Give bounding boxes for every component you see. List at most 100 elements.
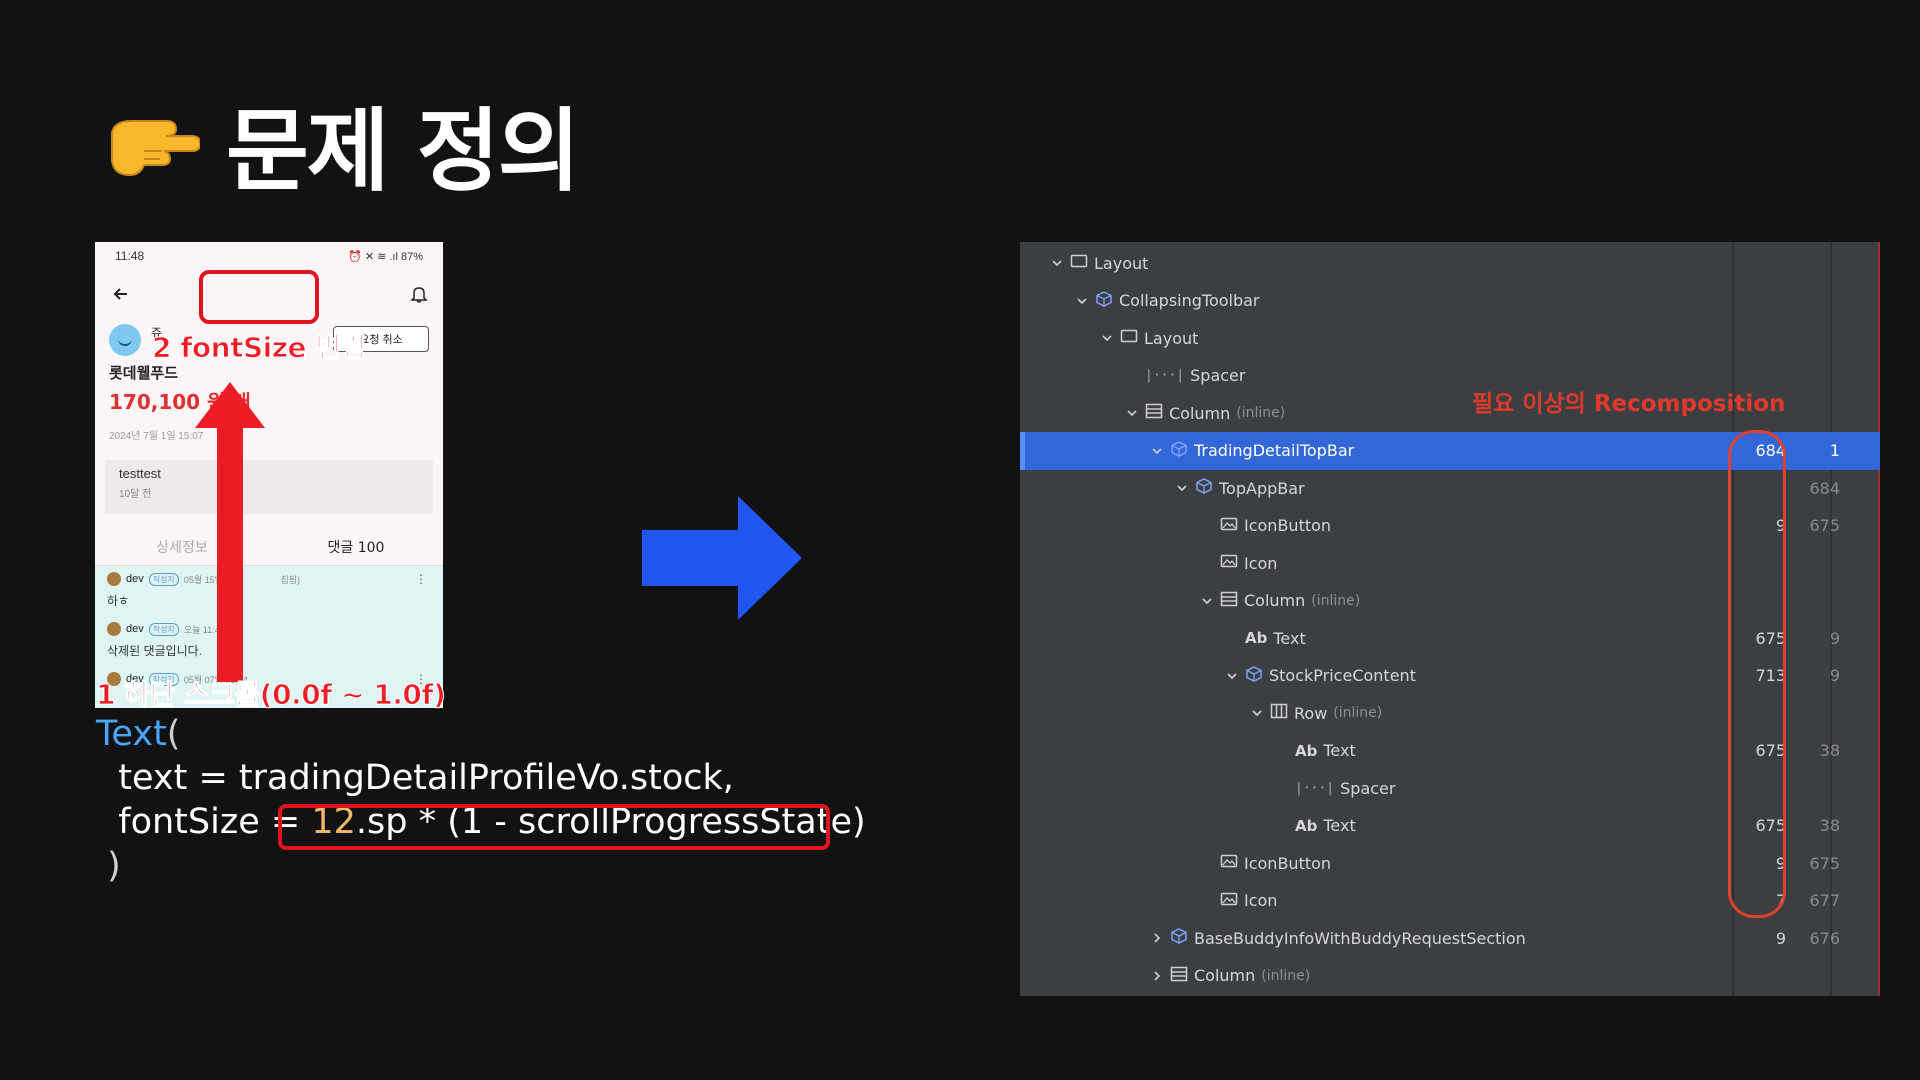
tree-row-label: Column: [1169, 403, 1231, 423]
image-icon: [1220, 891, 1244, 911]
chevron-down-icon[interactable]: [1225, 669, 1239, 683]
slide-title: 문제 정의: [104, 78, 581, 208]
recomposition-count: 9: [1775, 928, 1786, 948]
right-arrow-icon: [642, 496, 802, 620]
cube-icon: [1195, 478, 1219, 498]
post-text: testtest: [119, 466, 161, 481]
tree-row-inline: (inline): [1236, 405, 1286, 421]
more-icon[interactable]: ⋮: [415, 572, 427, 586]
skip-count: 677: [1809, 891, 1840, 910]
tree-row-label: Spacer: [1340, 778, 1396, 798]
post-card[interactable]: testtest 10달 전: [105, 460, 433, 514]
comment-avatar: [107, 622, 121, 636]
recomposition-count-highlight: [1728, 430, 1786, 918]
tree-row-label: TradingDetailTopBar: [1194, 441, 1355, 460]
tree-row-label: Text: [1323, 816, 1356, 835]
avatar: [109, 324, 141, 356]
spacer-icon: |···|: [1295, 780, 1335, 796]
chevron-down-icon[interactable]: [1125, 406, 1139, 420]
chevron-right-icon[interactable]: [1150, 969, 1164, 983]
pointing-hand-icon: [111, 120, 200, 177]
spacer-icon: |···|: [1145, 368, 1185, 383]
tab-bar: 상세정보 댓글 100: [95, 528, 443, 566]
skip-count: 684: [1809, 478, 1840, 498]
skip-count: 9: [1829, 628, 1840, 648]
code-close-paren: ): [96, 846, 121, 886]
scroll-annotation: 1 하단 스크롤(0.0f ~ 1.0f): [95, 678, 446, 712]
post-time: 10달 전: [119, 489, 152, 500]
row-icon: [1270, 703, 1294, 723]
column-icon: [1170, 966, 1194, 986]
tab-comments[interactable]: 댓글 100: [269, 528, 443, 565]
tree-row-label: Text: [1323, 741, 1356, 760]
image-icon: [1220, 553, 1244, 573]
tree-row-inline: (inline): [1333, 705, 1383, 721]
code-fn-name: Text: [96, 714, 167, 754]
skip-count: 675: [1809, 516, 1840, 535]
tree-row-label: Column: [1244, 591, 1306, 610]
tree-row-inline: (inline): [1311, 592, 1361, 609]
column-icon: [1220, 591, 1244, 611]
chevron-right-icon[interactable]: [1150, 931, 1164, 945]
chevron-down-icon[interactable]: [1250, 706, 1264, 720]
cube-icon: [1170, 440, 1194, 461]
tree-row-label: TopAppBar: [1219, 478, 1305, 498]
comment-avatar: [107, 572, 121, 586]
tree-row-label: StockPriceContent: [1269, 666, 1416, 685]
chevron-down-icon[interactable]: [1100, 331, 1114, 345]
tree-row[interactable]: Layout: [1020, 244, 1880, 282]
selection-indicator: [1020, 431, 1025, 470]
text-icon: Ab: [1295, 741, 1318, 760]
skip-count: 38: [1819, 741, 1840, 760]
tree-row-label: CollapsingToolbar: [1119, 291, 1260, 310]
tree-row-label: Spacer: [1190, 366, 1246, 385]
skip-count: 675: [1809, 853, 1840, 873]
comment-body: 하ㅎ: [107, 594, 130, 608]
tree-row-label: Layout: [1094, 253, 1149, 273]
tree-row[interactable]: BaseBuddyInfoWithBuddyRequestSection 9 676: [1020, 919, 1880, 957]
title-text: 문제 정의: [226, 99, 581, 204]
skip-count: 38: [1819, 816, 1840, 835]
image-icon: [1220, 853, 1244, 873]
phone-screenshot: 11:48 ⏰ ✕ ≋ .ıl 87% 쥬 요청 취소 롯데웰푸드 170,10…: [95, 242, 443, 708]
column-icon: [1145, 403, 1169, 423]
title-highlight-box: [199, 270, 319, 324]
status-bar: 11:48 ⏰ ✕ ≋ .ıl 87%: [95, 242, 443, 270]
post-date: 2024년 7월 1일 15:07: [109, 431, 204, 442]
author-badge: 작성자: [148, 572, 179, 586]
bell-icon[interactable]: [409, 284, 429, 304]
skip-count: 9: [1829, 666, 1840, 685]
code-line-text: text = tradingDetailProfileVo.stock,: [96, 758, 734, 798]
back-arrow-icon[interactable]: [111, 284, 131, 304]
tree-row-label: BaseBuddyInfoWithBuddyRequestSection: [1194, 928, 1526, 948]
status-time: 11:48: [115, 249, 145, 263]
layout-icon: [1120, 328, 1144, 348]
tree-row-label: Row: [1294, 703, 1328, 723]
comment-body: 삭제된 댓글입니다.: [107, 644, 202, 658]
tree-row[interactable]: CollapsingToolbar: [1020, 282, 1880, 320]
layout-icon: [1070, 253, 1094, 273]
recomposition-annotation: 필요 이상의 Recomposition: [1472, 391, 1786, 417]
chevron-down-icon[interactable]: [1200, 594, 1214, 608]
cube-icon: [1245, 665, 1269, 686]
tree-row[interactable]: Layout: [1020, 319, 1880, 357]
skip-count: 676: [1809, 928, 1840, 948]
tree-row-label: Layout: [1144, 328, 1199, 348]
text-icon: Ab: [1245, 629, 1268, 647]
code-paren: (: [166, 714, 181, 754]
cube-icon: [1095, 290, 1119, 311]
chevron-down-icon[interactable]: [1150, 444, 1164, 458]
tree-row-label: IconButton: [1244, 516, 1332, 535]
chevron-down-icon[interactable]: [1175, 481, 1189, 495]
fontsize-annotation: 2 fontSize 변경: [152, 331, 367, 365]
comment-meta-suffix: 집됨): [280, 574, 300, 585]
tree-row[interactable]: Column (inline): [1020, 957, 1880, 995]
chevron-down-icon[interactable]: [1075, 294, 1089, 308]
tree-row-label: Text: [1273, 628, 1306, 648]
tree-row-label: Icon: [1244, 891, 1278, 910]
chevron-down-icon[interactable]: [1050, 256, 1064, 270]
code-snippet: Text( text = tradingDetailProfileVo.stoc…: [96, 712, 866, 888]
scroll-up-arrow-icon: [195, 382, 265, 682]
tree-row-label: IconButton: [1244, 853, 1332, 873]
cube-icon: [1170, 928, 1194, 948]
